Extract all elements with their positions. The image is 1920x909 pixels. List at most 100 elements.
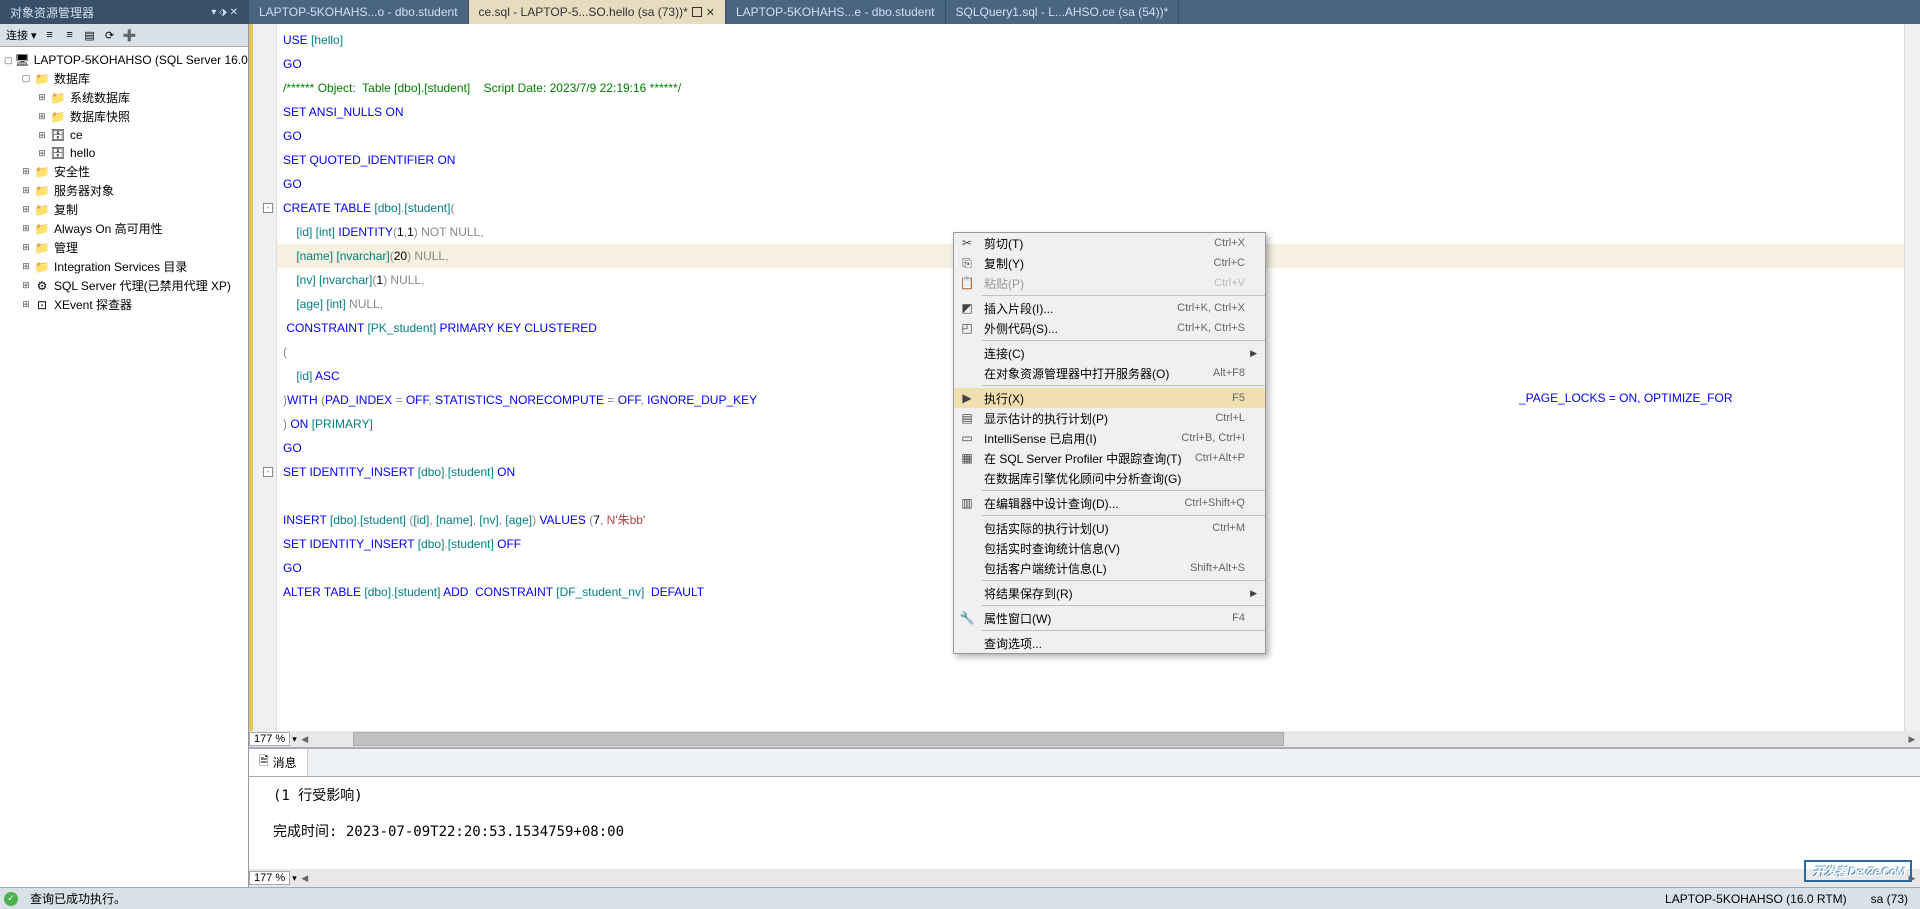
code-fragment: _PAGE_LOCKS = ON, OPTIMIZE_FOR bbox=[1519, 388, 1733, 406]
context-menu-item[interactable]: ▥在编辑器中设计查询(D)...Ctrl+Shift+Q bbox=[954, 493, 1265, 513]
scroll-left-arrow[interactable]: ◀ bbox=[297, 734, 313, 745]
menu-label: 包括实际的执行计划(U) bbox=[980, 520, 1212, 537]
expand-toggle[interactable]: ⊞ bbox=[20, 261, 32, 273]
context-menu-item[interactable]: 包括实际的执行计划(U)Ctrl+M bbox=[954, 518, 1265, 538]
context-menu-item[interactable]: ▤显示估计的执行计划(P)Ctrl+L bbox=[954, 408, 1265, 428]
tab-controls: ▾ ⬗ ✕ bbox=[211, 7, 238, 18]
context-menu-item[interactable]: 查询选项... bbox=[954, 633, 1265, 653]
toolbar-icon[interactable]: ➕ bbox=[123, 28, 137, 42]
context-menu-item[interactable]: ✂剪切(T)Ctrl+X bbox=[954, 233, 1265, 253]
folder-icon: 📁 bbox=[50, 109, 66, 125]
zoom-selector[interactable]: 177 % bbox=[249, 732, 290, 746]
submenu-arrow-icon: ▶ bbox=[1250, 588, 1263, 599]
tree-node[interactable]: ⊞📁系统数据库 bbox=[0, 88, 248, 107]
context-menu-item[interactable]: 包括实时查询统计信息(V) bbox=[954, 538, 1265, 558]
code-line[interactable]: GO bbox=[277, 52, 1920, 76]
connect-dropdown[interactable]: 连接 ▾ bbox=[6, 27, 37, 43]
results-horizontal-scroll[interactable]: 177 % ▾ ◀ ▶ bbox=[249, 869, 1920, 887]
tree-node[interactable]: ⊞🗄hello bbox=[0, 144, 248, 162]
expand-toggle[interactable]: ⊞ bbox=[36, 111, 48, 123]
editor-horizontal-scroll[interactable]: 177 % ▾ ◀ ▶ bbox=[249, 731, 1920, 747]
context-menu-item[interactable]: 🔧属性窗口(W)F4 bbox=[954, 608, 1265, 628]
code-line[interactable]: GO bbox=[277, 172, 1920, 196]
tree-server-node[interactable]: ▢ 🖥 LAPTOP-5KOHAHSO (SQL Server 16.0.100… bbox=[0, 51, 248, 69]
editor-context-menu[interactable]: ✂剪切(T)Ctrl+X⎘复制(Y)Ctrl+C📋粘贴(P)Ctrl+V◩插入片… bbox=[953, 232, 1266, 654]
scroll-thumb[interactable] bbox=[353, 732, 1285, 746]
context-menu-item[interactable]: ⎘复制(Y)Ctrl+C bbox=[954, 253, 1265, 273]
watermark: 开发者 DevZe.CoM bbox=[1804, 858, 1912, 881]
toolbar-refresh-icon[interactable]: ⟳ bbox=[103, 28, 117, 42]
tree-node[interactable]: ⊞📁Integration Services 目录 bbox=[0, 257, 248, 276]
results-messages[interactable]: (1 行受影响) 完成时间: 2023-07-09T22:20:53.15347… bbox=[249, 777, 1920, 869]
zoom-selector[interactable]: 177 % bbox=[249, 871, 290, 885]
scroll-right-arrow[interactable]: ▶ bbox=[1904, 734, 1920, 745]
expand-toggle[interactable]: ⊞ bbox=[20, 242, 32, 254]
toolbar-icon[interactable]: ▤ bbox=[83, 28, 97, 42]
context-menu-item[interactable]: 将结果保存到(R)▶ bbox=[954, 583, 1265, 603]
tab-doc-2[interactable]: ce.sql - LAPTOP-5...SO.hello (sa (73))* … bbox=[469, 0, 726, 24]
code-line[interactable]: GO bbox=[277, 124, 1920, 148]
menu-label: 剪切(T) bbox=[980, 235, 1214, 252]
server-icon: 🖥 bbox=[15, 52, 30, 68]
object-tree[interactable]: ▢ 🖥 LAPTOP-5KOHAHSO (SQL Server 16.0.100… bbox=[0, 47, 248, 887]
toolbar-icon[interactable]: ≡ bbox=[63, 28, 77, 42]
folder-icon: 📁 bbox=[34, 202, 50, 218]
expand-toggle[interactable]: ⊞ bbox=[36, 147, 48, 159]
context-menu-item[interactable]: 在数据库引擎优化顾问中分析查询(G) bbox=[954, 468, 1265, 488]
menu-shortcut: Ctrl+M bbox=[1212, 522, 1263, 534]
expand-toggle[interactable]: ⊞ bbox=[20, 185, 32, 197]
tree-node[interactable]: ⊞📁管理 bbox=[0, 238, 248, 257]
code-line[interactable]: SET QUOTED_IDENTIFIER ON bbox=[277, 148, 1920, 172]
tab-doc-3[interactable]: LAPTOP-5KOHAHS...e - dbo.student bbox=[726, 0, 946, 24]
tree-node[interactable]: ⊞📁数据库快照 bbox=[0, 107, 248, 126]
tree-node[interactable]: ⊞📁Always On 高可用性 bbox=[0, 219, 248, 238]
code-line[interactable]: /****** Object: Table [dbo].[student] Sc… bbox=[277, 76, 1920, 100]
code-line[interactable]: SET ANSI_NULLS ON bbox=[277, 100, 1920, 124]
pin-icon[interactable] bbox=[692, 7, 702, 17]
expand-toggle[interactable]: ⊞ bbox=[20, 166, 32, 178]
expand-toggle[interactable]: ⊞ bbox=[36, 129, 48, 141]
fold-toggle[interactable]: - bbox=[263, 203, 273, 213]
tree-node[interactable]: ⊞📁安全性 bbox=[0, 162, 248, 181]
expand-toggle[interactable]: ⊞ bbox=[20, 299, 32, 311]
context-menu-item[interactable]: ◰外侧代码(S)...Ctrl+K, Ctrl+S bbox=[954, 318, 1265, 338]
context-menu-item[interactable]: ▶执行(X)F5 bbox=[954, 388, 1265, 408]
code-line[interactable]: CREATE TABLE [dbo].[student]( bbox=[277, 196, 1920, 220]
messages-tab[interactable]: 🗎 消息 bbox=[249, 749, 308, 776]
menu-icon: ▭ bbox=[954, 431, 980, 445]
context-menu-item[interactable]: 在对象资源管理器中打开服务器(O)Alt+F8 bbox=[954, 363, 1265, 383]
close-icon[interactable]: ✕ bbox=[706, 6, 715, 19]
menu-icon: 🔧 bbox=[954, 611, 980, 625]
tree-node[interactable]: ⊞⚙SQL Server 代理(已禁用代理 XP) bbox=[0, 276, 248, 295]
xevent-icon: ⊡ bbox=[34, 297, 50, 313]
context-menu-item[interactable]: 包括客户端统计信息(L)Shift+Alt+S bbox=[954, 558, 1265, 578]
expand-toggle[interactable]: ▢ bbox=[4, 54, 13, 66]
context-menu-item[interactable]: ▦在 SQL Server Profiler 中跟踪查询(T)Ctrl+Alt+… bbox=[954, 448, 1265, 468]
menu-label: 查询选项... bbox=[980, 635, 1263, 652]
tree-node[interactable]: ⊞⊡XEvent 探查器 bbox=[0, 295, 248, 314]
expand-toggle[interactable]: ▢ bbox=[20, 73, 32, 85]
context-menu-item[interactable]: ▭IntelliSense 已启用(I)Ctrl+B, Ctrl+I bbox=[954, 428, 1265, 448]
menu-shortcut: F5 bbox=[1232, 392, 1263, 404]
expand-toggle[interactable]: ⊞ bbox=[20, 204, 32, 216]
scroll-left-arrow[interactable]: ◀ bbox=[297, 873, 313, 884]
menu-icon: ▶ bbox=[954, 391, 980, 405]
context-menu-item[interactable]: 连接(C)▶ bbox=[954, 343, 1265, 363]
expand-toggle[interactable]: ⊞ bbox=[20, 280, 32, 292]
tree-node[interactable]: ⊞🗄ce bbox=[0, 126, 248, 144]
vertical-scrollbar[interactable] bbox=[1904, 24, 1920, 731]
toolbar-icon[interactable]: ≡ bbox=[43, 28, 57, 42]
tree-node[interactable]: ⊞📁复制 bbox=[0, 200, 248, 219]
tab-doc-1[interactable]: LAPTOP-5KOHAHS...o - dbo.student bbox=[249, 0, 469, 24]
tab-doc-4[interactable]: SQLQuery1.sql - L...AHSO.ce (sa (54))* bbox=[946, 0, 1180, 24]
tree-node[interactable]: ▢📁数据库 bbox=[0, 69, 248, 88]
expand-toggle[interactable]: ⊞ bbox=[20, 223, 32, 235]
menu-separator bbox=[982, 515, 1265, 516]
tree-node[interactable]: ⊞📁服务器对象 bbox=[0, 181, 248, 200]
expand-toggle[interactable]: ⊞ bbox=[36, 92, 48, 104]
context-menu-item[interactable]: ◩插入片段(I)...Ctrl+K, Ctrl+X bbox=[954, 298, 1265, 318]
code-line[interactable]: USE [hello] bbox=[277, 28, 1920, 52]
fold-toggle[interactable]: - bbox=[263, 467, 273, 477]
tab-object-explorer-panel[interactable]: 对象资源管理器 ▾ ⬗ ✕ bbox=[0, 0, 249, 24]
menu-label: 包括实时查询统计信息(V) bbox=[980, 540, 1263, 557]
